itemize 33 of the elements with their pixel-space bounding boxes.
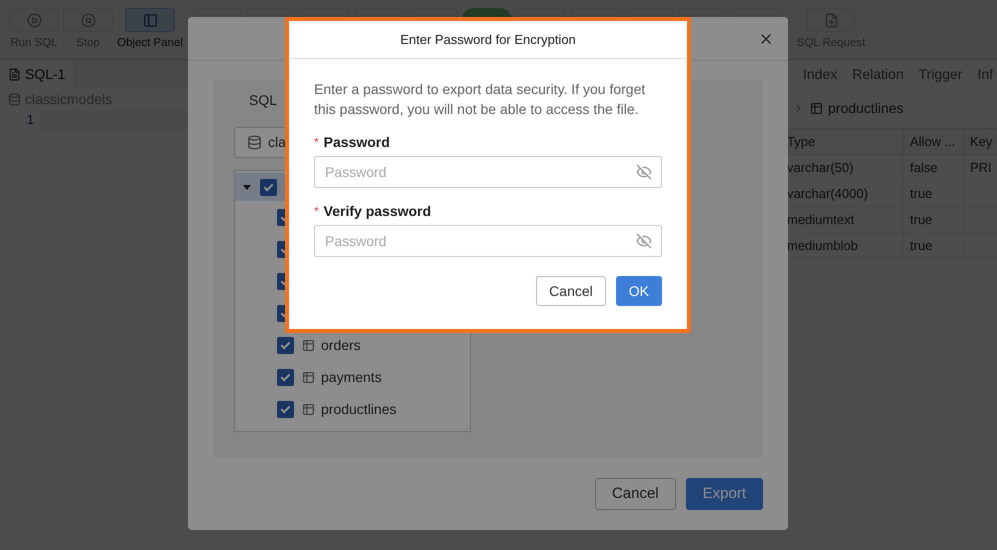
column-header: Type [787,132,816,151]
dialog-title: Enter Password for Encryption [400,30,576,49]
table-cell-text: mediumtext [787,210,856,229]
tree-item[interactable]: productlines [302,398,396,420]
line-number: 1 [26,111,35,130]
table-icon [302,338,315,352]
required-mark: * [314,134,319,151]
field-label: Password [324,132,390,152]
primary-button[interactable]: Export [686,478,763,510]
select-value: cla [268,133,286,152]
checkbox[interactable] [277,400,294,418]
table-icon [302,370,315,384]
tree-item[interactable]: orders [302,334,361,356]
password-field[interactable]: Password [314,156,662,188]
dialog-message: Enter a password to export data security. If you forget this password, you will not be able to access the file. [314,80,646,119]
field-label: Verify password [324,202,432,221]
primary-button[interactable]: OK [616,276,662,306]
cancel-button[interactable]: Cancel [594,478,676,510]
checkbox[interactable] [260,178,277,196]
cancel-button[interactable]: Cancel [536,276,606,306]
database-icon [247,135,262,150]
table-cell-text: varchar(4000) [787,184,869,203]
caret-icon[interactable] [243,184,251,190]
eye-off-icon[interactable] [636,164,652,180]
eye-off-icon[interactable] [636,233,652,249]
checkbox[interactable] [277,368,294,386]
checkbox[interactable] [277,336,294,354]
table-icon [302,402,315,416]
required-mark: * [314,203,319,220]
password-field[interactable]: Password [314,225,662,257]
table-cell-text: mediumblob [787,236,859,255]
tree-item[interactable]: payments [302,366,382,388]
table-cell-text: varchar(50) [787,158,854,177]
